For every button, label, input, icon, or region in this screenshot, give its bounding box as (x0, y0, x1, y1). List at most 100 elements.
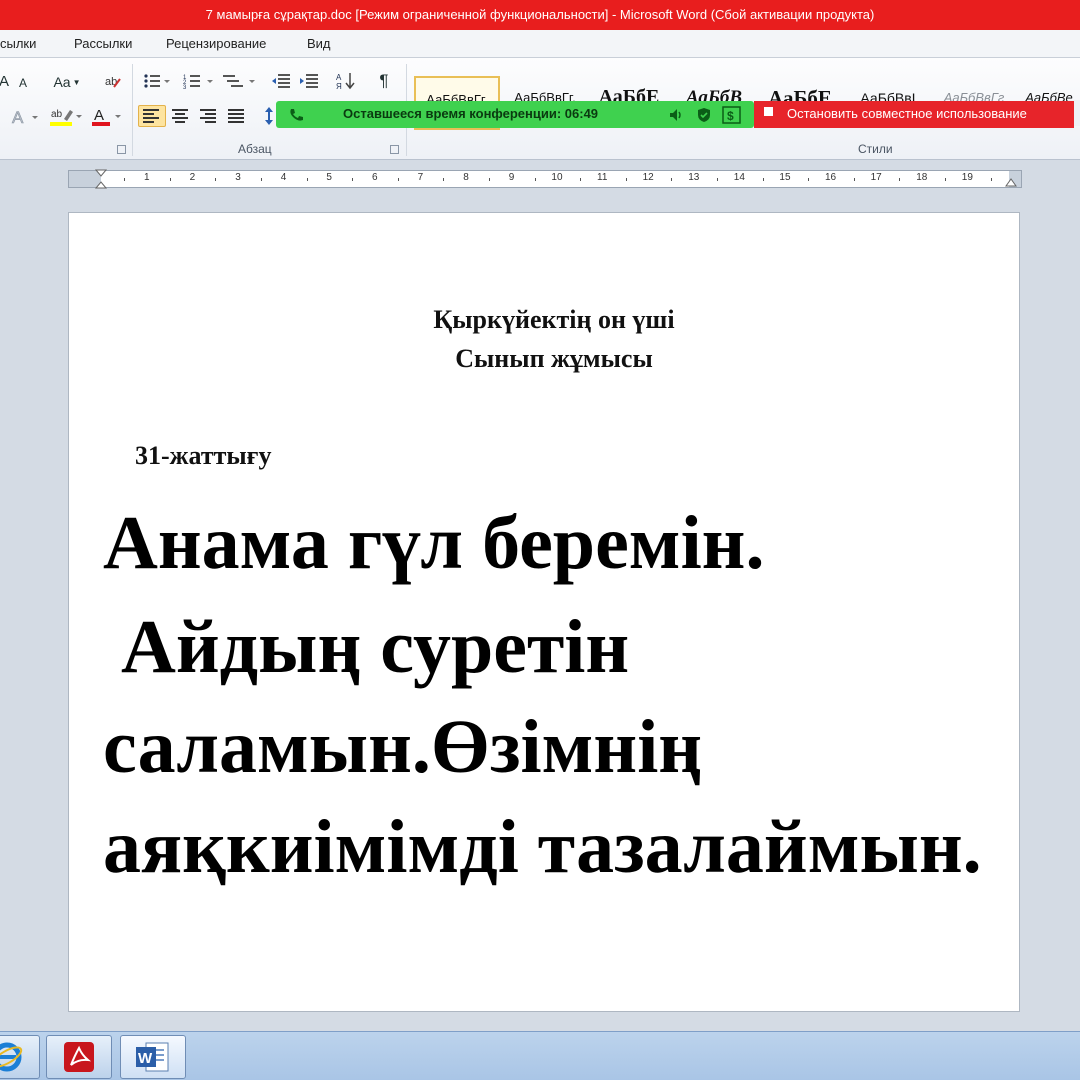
font-color-icon: A (92, 107, 121, 126)
conference-time-remaining: Оставшееся время конференции: 06:49 (343, 106, 599, 121)
group-separator (132, 64, 133, 156)
ruler-tick (853, 178, 855, 181)
tab-mailings[interactable]: Рассылки (74, 36, 132, 51)
ruler-tick (625, 178, 627, 181)
ruler-number: 9 (508, 172, 515, 183)
document-page[interactable]: Қыркүйектің он үші Сынып жұмысы 31-жатты… (68, 212, 1020, 1012)
multilevel-list-icon (223, 75, 255, 87)
ruler-tick (352, 178, 354, 181)
justify-button[interactable] (224, 105, 250, 127)
ruler-number: 17 (870, 172, 882, 183)
grow-font-label: A (0, 72, 9, 90)
speaker-icon[interactable] (668, 107, 684, 123)
svg-text:ab: ab (51, 109, 63, 120)
align-right-button[interactable] (196, 105, 222, 127)
tab-review[interactable]: Рецензирование (166, 36, 266, 51)
multilevel-list-button[interactable] (222, 70, 258, 92)
ruler-tick (899, 178, 901, 181)
ruler-tick (169, 178, 171, 181)
decrease-indent-button[interactable] (270, 70, 294, 92)
ribbon-tabs: сылки Рассылки Рецензирование Вид (0, 30, 1080, 58)
change-case-label: Aa (53, 74, 71, 90)
shield-icon[interactable] (696, 107, 712, 123)
svg-text:W: W (138, 1050, 153, 1067)
taskbar-word[interactable]: W (120, 1035, 186, 1079)
ruler-number: 15 (779, 172, 791, 183)
right-indent-marker-icon[interactable] (1005, 175, 1017, 187)
ruler-number: 12 (642, 172, 654, 183)
numbering-button[interactable]: 123 (182, 70, 216, 92)
grow-font-button[interactable]: A (0, 70, 12, 92)
text-effects-button[interactable]: A (8, 106, 42, 128)
ruler-number: 14 (733, 172, 745, 183)
text-effects-icon: A (12, 108, 38, 126)
taskbar-ie[interactable] (0, 1035, 40, 1079)
body-line-3: саламын.Өзімнің (103, 705, 703, 789)
phone-icon[interactable] (288, 107, 304, 123)
line-spacing-icon (265, 107, 273, 125)
svg-text:A: A (336, 73, 342, 82)
align-left-button[interactable] (138, 105, 166, 127)
line-spacing-button[interactable] (262, 105, 276, 127)
document-title: Қыркүйектің он үші (433, 305, 675, 334)
chevron-down-icon: ▼ (72, 77, 81, 87)
clear-format-button[interactable]: ab (102, 70, 124, 92)
ruler-number: 11 (597, 172, 608, 183)
body-line-4: аяқкиімімді тазалаймын. (103, 805, 982, 889)
taskbar: W (0, 1031, 1080, 1080)
paragraph-dialog-launcher[interactable] (390, 145, 399, 154)
numbered-list-icon: 123 (183, 75, 213, 89)
ruler-number: 6 (372, 172, 378, 183)
ruler-tick (762, 178, 764, 181)
ruler-number: 2 (189, 172, 196, 183)
ie-icon (0, 1042, 23, 1072)
taskbar-acrobat[interactable] (46, 1035, 112, 1079)
tab-view[interactable]: Вид (307, 36, 331, 51)
svg-text:A: A (12, 108, 24, 126)
ruler-number: 7 (417, 172, 424, 183)
pilcrow-icon: ¶ (379, 71, 389, 90)
font-dialog-launcher[interactable] (117, 145, 126, 154)
ruler-tick (990, 178, 992, 181)
ruler-number: 8 (463, 172, 469, 183)
ruler-tick (808, 178, 810, 181)
font-color-button[interactable]: A (90, 106, 124, 128)
ruler-number: 4 (280, 172, 287, 183)
increase-indent-button[interactable] (298, 70, 322, 92)
change-case-button[interactable]: Aa ▼ (52, 71, 82, 93)
align-left-icon (143, 109, 159, 123)
shrink-font-button[interactable]: A (14, 72, 32, 94)
bullets-button[interactable] (142, 70, 172, 92)
horizontal-ruler[interactable]: 1 2 3 4 5 6 7 8 9 10 11 12 13 14 15 16 17 18 19 (68, 169, 1022, 189)
svg-text:A: A (94, 107, 104, 124)
body-line-1: Анама гүл беремін. (103, 501, 765, 585)
body-line-2: Айдың суретін (121, 605, 630, 689)
dollar-icon[interactable]: $ (722, 106, 742, 124)
styles-group-label: Стили (858, 142, 893, 156)
ruler-tick (671, 178, 673, 181)
align-right-icon (200, 109, 216, 123)
ruler-tick (489, 178, 490, 181)
ruler-tick (306, 178, 308, 181)
acrobat-icon (64, 1042, 94, 1072)
tab-references[interactable]: сылки (0, 36, 36, 51)
sort-button[interactable]: AЯ (334, 70, 358, 92)
ruler-tick (215, 178, 217, 181)
ruler-number: 10 (551, 172, 563, 183)
shrink-font-label: A (18, 76, 27, 90)
ruler-tick (124, 178, 126, 181)
align-center-button[interactable] (168, 105, 194, 127)
ruler-tick (534, 178, 536, 181)
svg-text:$: $ (727, 109, 734, 123)
decrease-indent-icon (272, 74, 290, 88)
svg-text:3: 3 (183, 85, 187, 89)
paragraph-group-label: Абзац (238, 142, 272, 156)
highlight-button[interactable]: ab (48, 106, 84, 128)
show-marks-button[interactable]: ¶ (372, 70, 396, 92)
stop-sharing-button[interactable]: Остановить совместное использование (754, 101, 1074, 128)
sort-icon: AЯ (336, 73, 355, 90)
indent-marker-icon[interactable] (95, 169, 107, 189)
clear-formatting-icon: ab (105, 76, 121, 88)
ruler-number: 3 (235, 172, 241, 183)
align-center-icon (172, 109, 188, 123)
